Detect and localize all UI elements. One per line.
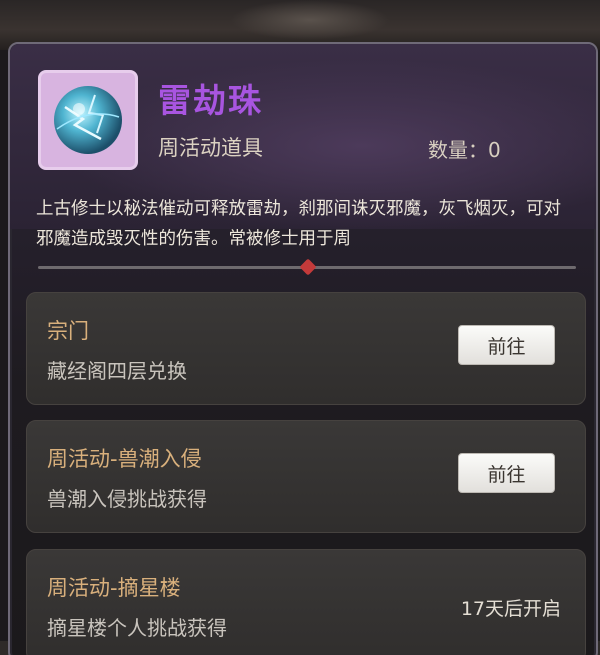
- source-title: 宗门: [47, 319, 89, 343]
- thunder-orb-icon: [54, 86, 122, 154]
- item-name: 雷劫珠: [158, 81, 263, 120]
- item-icon-frame: [38, 70, 138, 170]
- item-description: 上古修士以秘法催动可释放雷劫，刹那间诛灭邪魔，灰飞烟灭，可对邪魔造成毁灭性的伤害…: [36, 199, 561, 249]
- source-desc: 摘星楼个人挑战获得: [47, 616, 227, 640]
- item-detail-panel: 雷劫珠 周活动道具 数量：0 上古修士以秘法催动可释放雷劫，刹那间诛灭邪魔，灰飞…: [8, 42, 598, 655]
- source-desc: 藏经阁四层兑换: [47, 359, 187, 383]
- source-status: 17天后开启: [460, 598, 561, 620]
- source-title: 周活动-摘星楼: [47, 576, 181, 600]
- source-desc: 兽潮入侵挑战获得: [47, 487, 207, 511]
- go-button[interactable]: 前往: [458, 453, 555, 493]
- source-card-beast-tide: 周活动-兽潮入侵 兽潮入侵挑战获得 前往: [26, 420, 586, 533]
- source-card-star-tower: 周活动-摘星楼 摘星楼个人挑战获得 17天后开启: [26, 549, 586, 655]
- scroll-thumb-icon[interactable]: [299, 258, 317, 276]
- source-title: 周活动-兽潮入侵: [47, 447, 202, 471]
- source-card-sect: 宗门 藏经阁四层兑换 前往: [26, 292, 586, 405]
- go-button[interactable]: 前往: [458, 325, 555, 365]
- item-type: 周活动道具: [158, 136, 263, 160]
- item-quantity: 数量：0: [428, 138, 501, 162]
